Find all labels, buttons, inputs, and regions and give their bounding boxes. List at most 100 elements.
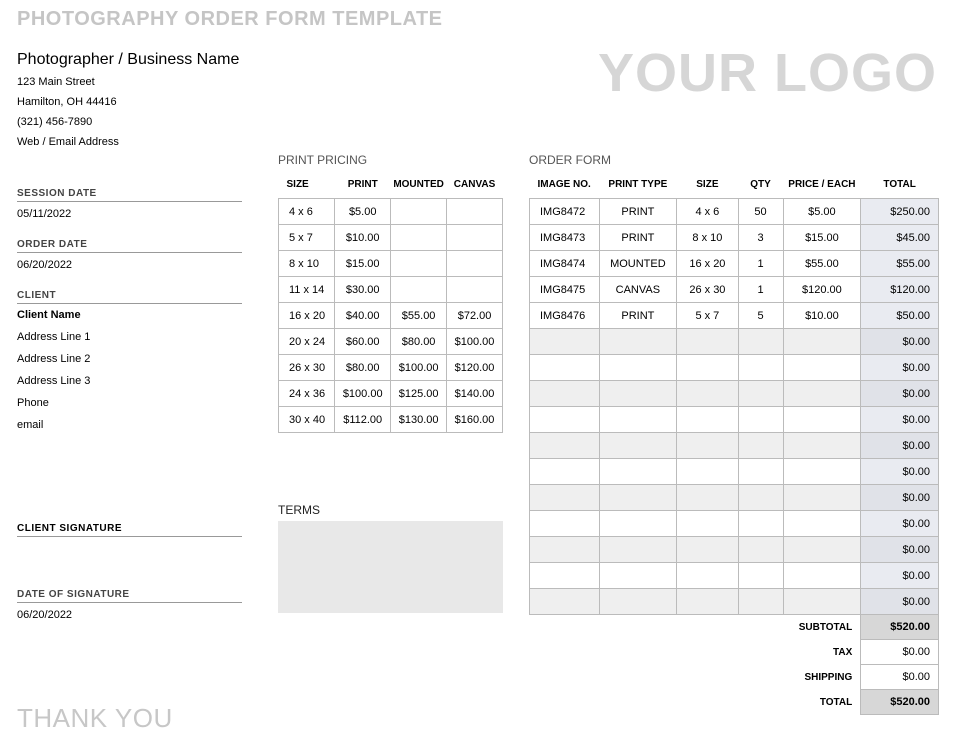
summary-row: SUBTOTAL$520.00 — [530, 615, 939, 640]
pricing-cell — [391, 225, 447, 251]
order-header: PRINT TYPE — [599, 173, 677, 199]
order-cell — [738, 511, 783, 537]
order-cell: 4 x 6 — [677, 199, 738, 225]
order-cell — [677, 355, 738, 381]
summary-value: $0.00 — [861, 665, 939, 690]
order-cell: PRINT — [599, 303, 677, 329]
pricing-table: SIZEPRINTMOUNTEDCANVAS 4 x 6$5.005 x 7$1… — [278, 173, 503, 433]
order-cell — [783, 589, 861, 615]
pricing-cell: $120.00 — [447, 355, 503, 381]
order-row: IMG8474MOUNTED16 x 201$55.00$55.00 — [530, 251, 939, 277]
pricing-row: 4 x 6$5.00 — [279, 199, 503, 225]
order-row: $0.00 — [530, 485, 939, 511]
pricing-row: 8 x 10$15.00 — [279, 251, 503, 277]
order-form-section: ORDER FORM IMAGE NO.PRINT TYPESIZEQTYPRI… — [529, 153, 939, 715]
order-cell: IMG8473 — [530, 225, 600, 251]
order-row: $0.00 — [530, 407, 939, 433]
client-phone: Phone — [17, 392, 242, 414]
order-cell — [738, 459, 783, 485]
order-cell — [738, 485, 783, 511]
order-cell — [530, 329, 600, 355]
order-cell: $0.00 — [861, 537, 939, 563]
pricing-cell — [447, 199, 503, 225]
order-cell — [530, 589, 600, 615]
pricing-row: 11 x 14$30.00 — [279, 277, 503, 303]
pricing-header: SIZE — [279, 173, 335, 199]
order-cell — [530, 537, 600, 563]
pricing-cell: 4 x 6 — [279, 199, 335, 225]
print-pricing-section: PRINT PRICING SIZEPRINTMOUNTEDCANVAS 4 x… — [278, 153, 503, 433]
order-cell — [783, 459, 861, 485]
pricing-row: 24 x 36$100.00$125.00$140.00 — [279, 381, 503, 407]
order-row: IMG8475CANVAS26 x 301$120.00$120.00 — [530, 277, 939, 303]
order-cell — [783, 355, 861, 381]
order-cell: $0.00 — [861, 511, 939, 537]
order-cell: IMG8472 — [530, 199, 600, 225]
order-cell — [677, 563, 738, 589]
order-cell: 1 — [738, 251, 783, 277]
client-name: Client Name — [17, 304, 242, 326]
order-cell: $10.00 — [783, 303, 861, 329]
order-cell — [783, 511, 861, 537]
business-block: Photographer / Business Name 123 Main St… — [17, 50, 239, 152]
order-cell — [783, 433, 861, 459]
order-cell: $120.00 — [861, 277, 939, 303]
order-cell: $55.00 — [861, 251, 939, 277]
pricing-cell: $125.00 — [391, 381, 447, 407]
order-header: QTY — [738, 173, 783, 199]
session-date-value: 05/11/2022 — [17, 202, 242, 231]
order-cell — [599, 511, 677, 537]
pricing-row: 20 x 24$60.00$80.00$100.00 — [279, 329, 503, 355]
client-signature-box[interactable] — [17, 537, 242, 581]
pricing-cell: $112.00 — [335, 407, 391, 433]
order-cell — [530, 381, 600, 407]
business-name: Photographer / Business Name — [17, 50, 239, 70]
summary-label: TAX — [783, 640, 861, 665]
order-cell: IMG8476 — [530, 303, 600, 329]
order-cell: $120.00 — [783, 277, 861, 303]
order-cell — [738, 563, 783, 589]
order-header: PRICE / EACH — [783, 173, 861, 199]
order-row: IMG8473PRINT8 x 103$15.00$45.00 — [530, 225, 939, 251]
order-cell — [783, 329, 861, 355]
date-signature-label: DATE OF SIGNATURE — [17, 587, 242, 603]
order-cell: 1 — [738, 277, 783, 303]
order-cell: IMG8474 — [530, 251, 600, 277]
order-header: SIZE — [677, 173, 738, 199]
pricing-cell — [391, 277, 447, 303]
pricing-cell: $15.00 — [335, 251, 391, 277]
order-row: $0.00 — [530, 355, 939, 381]
order-cell — [599, 355, 677, 381]
pricing-header: CANVAS — [447, 173, 503, 199]
pricing-cell: $80.00 — [391, 329, 447, 355]
order-cell — [783, 381, 861, 407]
terms-box[interactable] — [278, 521, 503, 613]
pricing-row: 30 x 40$112.00$130.00$160.00 — [279, 407, 503, 433]
order-cell: $250.00 — [861, 199, 939, 225]
client-email: email — [17, 414, 242, 436]
client-a2: Address Line 2 — [17, 348, 242, 370]
pricing-cell: $60.00 — [335, 329, 391, 355]
pricing-cell: $100.00 — [391, 355, 447, 381]
order-cell: $45.00 — [861, 225, 939, 251]
order-cell: PRINT — [599, 225, 677, 251]
order-cell: $5.00 — [783, 199, 861, 225]
order-cell: $15.00 — [783, 225, 861, 251]
summary-row: SHIPPING$0.00 — [530, 665, 939, 690]
pricing-cell: $72.00 — [447, 303, 503, 329]
business-address: 123 Main Street — [17, 72, 239, 92]
order-cell — [677, 433, 738, 459]
order-cell: 16 x 20 — [677, 251, 738, 277]
terms-section: TERMS — [278, 503, 503, 613]
order-cell: CANVAS — [599, 277, 677, 303]
pricing-cell: 26 x 30 — [279, 355, 335, 381]
client-a1: Address Line 1 — [17, 326, 242, 348]
order-cell: 50 — [738, 199, 783, 225]
order-cell — [599, 537, 677, 563]
order-cell: $0.00 — [861, 433, 939, 459]
order-cell — [783, 407, 861, 433]
summary-value: $520.00 — [861, 615, 939, 640]
order-form-title: ORDER FORM — [529, 153, 939, 173]
order-cell — [530, 355, 600, 381]
order-cell — [783, 563, 861, 589]
